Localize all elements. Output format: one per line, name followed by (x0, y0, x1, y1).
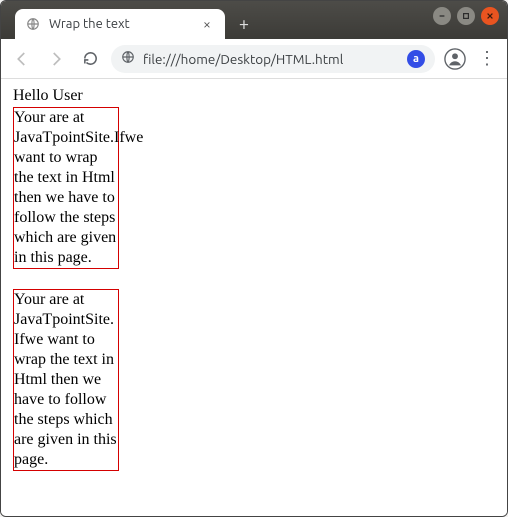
browser-toolbar: file:///home/Desktop/HTML.html a ⋮ (1, 39, 507, 79)
new-tab-button[interactable]: + (231, 11, 257, 37)
browser-window: Wrap the text × + (0, 0, 508, 517)
profile-avatar[interactable] (443, 47, 467, 71)
tabstrip: Wrap the text × + (9, 1, 257, 39)
wrap-normal-box: Your are at JavaTpointSite.Ifwe want to … (13, 107, 119, 269)
extension-badge[interactable]: a (407, 50, 425, 68)
wrap-breakword-box: Your are at JavaTpointSite.Ifwe want to … (13, 289, 119, 471)
window-controls (433, 7, 499, 25)
reload-button[interactable] (77, 46, 103, 72)
address-bar[interactable]: file:///home/Desktop/HTML.html a (111, 45, 435, 73)
forward-button[interactable] (43, 46, 69, 72)
close-window-button[interactable] (481, 7, 499, 25)
globe-icon (121, 50, 135, 67)
page-content: Hello User Your are at JavaTpointSite.If… (1, 79, 507, 516)
close-tab-icon[interactable]: × (199, 16, 215, 32)
minimize-button[interactable] (433, 7, 451, 25)
file-icon (25, 16, 41, 32)
back-button[interactable] (9, 46, 35, 72)
url-text: file:///home/Desktop/HTML.html (143, 51, 399, 67)
browser-tab[interactable]: Wrap the text × (15, 9, 225, 39)
tab-title: Wrap the text (49, 17, 191, 31)
kebab-menu-icon[interactable]: ⋮ (475, 48, 499, 69)
greeting-text: Hello User (13, 87, 495, 105)
maximize-button[interactable] (457, 7, 475, 25)
titlebar: Wrap the text × + (1, 1, 507, 39)
